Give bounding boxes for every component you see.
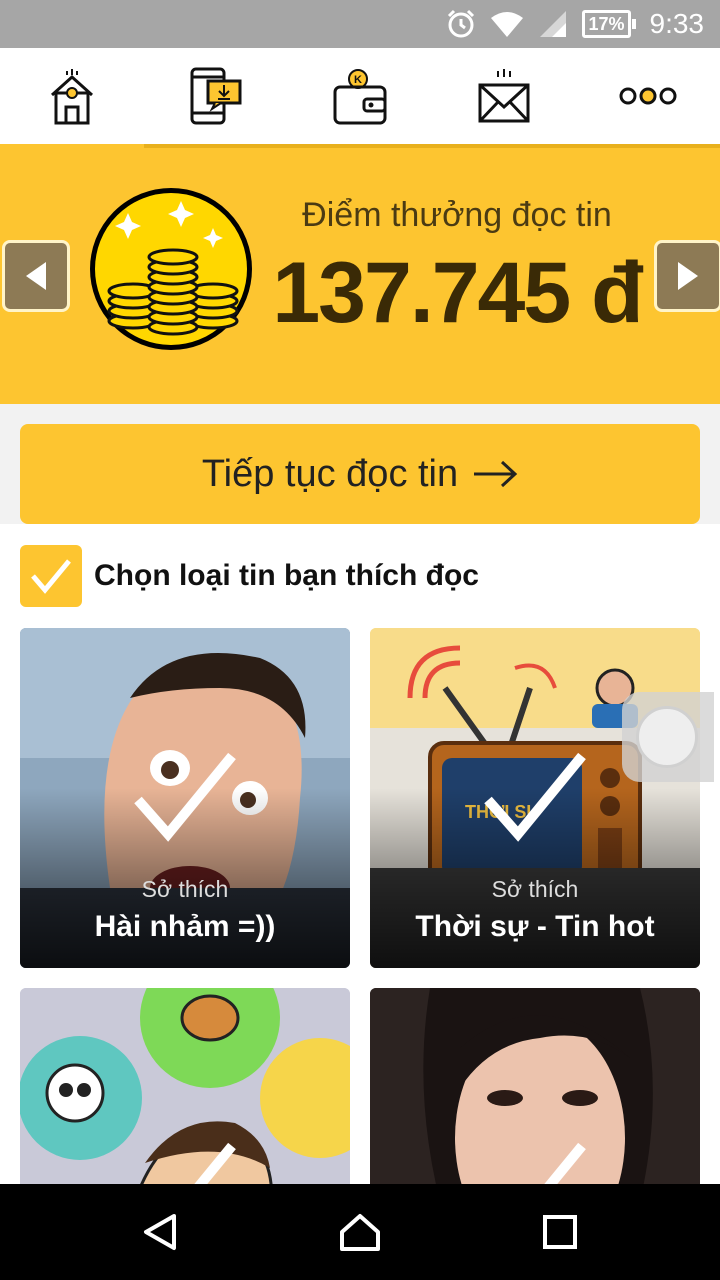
home-nav-icon <box>340 1214 380 1251</box>
card-subtitle: Sở thích <box>141 876 229 902</box>
category-card-cartoon[interactable] <box>20 988 350 1184</box>
category-card-beauty[interactable] <box>370 988 700 1184</box>
alarm-icon <box>448 9 475 38</box>
battery-icon: 17% <box>582 10 636 38</box>
floating-knob <box>636 706 698 768</box>
category-card-funny[interactable]: Sở thích Hài nhảm =)) <box>20 628 350 968</box>
status-time: 9:33 <box>649 8 705 39</box>
signal-icon <box>540 11 567 37</box>
category-card-news[interactable]: THỜI SỰ Sở thích Thời sự - Tin hot <box>370 628 700 968</box>
reward-banner: Điểm thưởng đọc tin 137.745 đ <box>0 144 720 404</box>
home-icon <box>50 69 94 125</box>
reward-value: 137.745 đ <box>272 245 643 341</box>
back-icon <box>144 1214 176 1250</box>
more-dots-icon <box>619 87 677 105</box>
floating-assist-button[interactable] <box>622 692 714 782</box>
chevron-right-icon <box>678 262 698 290</box>
categories-title: Chọn loại tin bạn thích đọc <box>94 559 479 592</box>
status-icons: 17% 9:33 <box>446 0 704 48</box>
card-title: Hài nhảm =)) <box>94 910 276 943</box>
nav-home[interactable] <box>0 48 144 144</box>
reward-label: Điểm thưởng đọc tin <box>302 196 612 234</box>
svg-text:K: K <box>354 74 362 86</box>
card-title: Thời sự - Tin hot <box>415 910 655 943</box>
card-subtitle: Sở thích <box>491 876 579 902</box>
categories-header: Chọn loại tin bạn thích đọc <box>20 544 479 608</box>
categories-section: Chọn loại tin bạn thích đọc Sở thích Hài… <box>0 524 720 1184</box>
continue-reading-label: Tiếp tục đọc tin <box>201 452 459 495</box>
arrow-right-icon <box>474 460 518 488</box>
nav-mail[interactable] <box>432 48 576 144</box>
nav-wallet[interactable]: K <box>288 48 432 144</box>
top-nav: K <box>0 48 720 144</box>
mail-icon <box>478 69 530 123</box>
select-all-checkbox[interactable] <box>20 545 82 607</box>
recents-icon <box>543 1215 577 1249</box>
banner-prev-button[interactable] <box>2 240 70 312</box>
phone-download-icon <box>190 67 242 125</box>
card-checkmark-icon <box>194 1142 236 1184</box>
banner-next-button[interactable] <box>654 240 720 312</box>
home-button[interactable] <box>330 1202 390 1262</box>
checkmark-icon <box>31 559 71 594</box>
battery-percent: 17% <box>582 10 631 38</box>
chevron-left-icon <box>26 262 46 290</box>
wallet-icon: K <box>333 69 387 125</box>
nav-phone-download[interactable] <box>144 48 288 144</box>
nav-more[interactable] <box>576 48 720 144</box>
continue-reading-button[interactable]: Tiếp tục đọc tin <box>20 424 700 524</box>
coins-icon <box>90 188 252 350</box>
card-checkmark-icon <box>484 752 586 842</box>
back-button[interactable] <box>130 1202 190 1262</box>
system-nav-bar <box>0 1184 720 1280</box>
recents-button[interactable] <box>530 1202 590 1262</box>
status-bar: 17% 9:33 <box>0 0 720 48</box>
wifi-icon <box>491 12 524 37</box>
card-checkmark-icon <box>134 752 236 842</box>
card-checkmark-icon <box>544 1142 586 1184</box>
